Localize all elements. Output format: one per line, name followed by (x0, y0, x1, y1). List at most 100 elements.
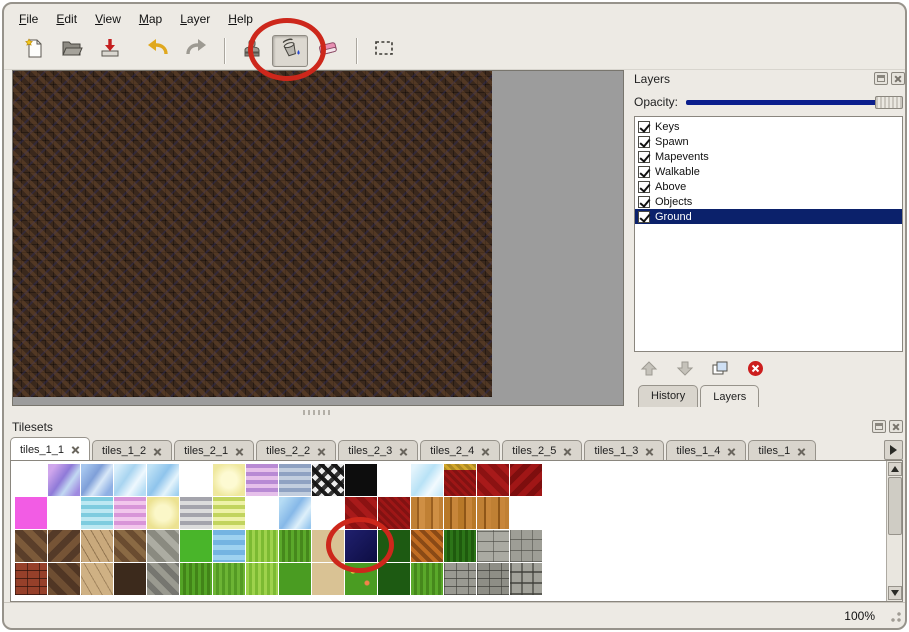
lower-layer-button[interactable] (676, 361, 694, 381)
close-panel-icon[interactable] (891, 72, 905, 85)
redo-button[interactable] (178, 35, 214, 67)
layer-visibility-checkbox[interactable] (638, 151, 650, 163)
tile[interactable] (378, 563, 410, 595)
tile[interactable] (213, 563, 245, 595)
layer-row[interactable]: Above (635, 179, 902, 194)
tile[interactable] (378, 530, 410, 562)
tile[interactable] (147, 563, 179, 595)
tile[interactable] (114, 497, 146, 529)
new-map-button[interactable] (16, 35, 52, 67)
tile[interactable] (147, 497, 179, 529)
tile[interactable] (444, 530, 476, 562)
stamp-tool-button[interactable] (234, 35, 270, 67)
tile[interactable] (147, 464, 179, 496)
tile[interactable] (147, 530, 179, 562)
layer-row[interactable]: Mapevents (635, 149, 902, 164)
tile[interactable] (477, 530, 509, 562)
tab-close-icon[interactable] (563, 447, 572, 456)
tile[interactable] (345, 464, 377, 496)
tab-close-icon[interactable] (71, 445, 80, 454)
tileset-tab[interactable]: tiles_1_4 (666, 440, 746, 461)
select-tool-button[interactable] (366, 35, 402, 67)
tileset-tab[interactable]: tiles_2_1 (174, 440, 254, 461)
tile[interactable] (180, 563, 212, 595)
layer-visibility-checkbox[interactable] (638, 211, 650, 223)
tile[interactable] (510, 563, 542, 595)
dock-tab[interactable]: History (638, 385, 698, 407)
opacity-slider[interactable] (686, 95, 903, 109)
tile[interactable] (15, 530, 47, 562)
menu-item[interactable]: View (86, 9, 130, 29)
tile[interactable] (213, 497, 245, 529)
tile[interactable] (246, 464, 278, 496)
tile[interactable] (279, 563, 311, 595)
tile[interactable] (48, 497, 80, 529)
tile[interactable] (180, 497, 212, 529)
menu-item[interactable]: Edit (47, 9, 86, 29)
layer-visibility-checkbox[interactable] (638, 166, 650, 178)
scroll-up-button[interactable] (888, 462, 902, 476)
dock-tab[interactable]: Layers (700, 385, 759, 407)
opacity-slider-handle[interactable] (875, 96, 903, 109)
tile[interactable] (246, 497, 278, 529)
tile[interactable] (48, 464, 80, 496)
tile[interactable] (378, 497, 410, 529)
menu-item[interactable]: Layer (171, 9, 219, 29)
tile[interactable] (312, 530, 344, 562)
tile[interactable] (510, 530, 542, 562)
undo-button[interactable] (140, 35, 176, 67)
tile[interactable] (213, 464, 245, 496)
tile[interactable] (15, 464, 47, 496)
menu-item[interactable]: File (10, 9, 47, 29)
tile[interactable] (15, 563, 47, 595)
tile[interactable] (345, 563, 377, 595)
layer-visibility-checkbox[interactable] (638, 136, 650, 148)
tileset-tab[interactable]: tiles_2_5 (502, 440, 582, 461)
tile[interactable] (312, 464, 344, 496)
tileset-tab[interactable]: tiles_1_3 (584, 440, 664, 461)
tile[interactable] (81, 497, 113, 529)
open-map-button[interactable] (54, 35, 90, 67)
tileset-tab[interactable]: tiles_2_3 (338, 440, 418, 461)
menu-item[interactable]: Map (130, 9, 171, 29)
tab-close-icon[interactable] (727, 447, 736, 456)
tile[interactable] (345, 497, 377, 529)
raise-layer-button[interactable] (640, 361, 658, 381)
tile[interactable] (48, 530, 80, 562)
layer-row[interactable]: Spawn (635, 134, 902, 149)
tile[interactable] (510, 464, 542, 496)
tile[interactable] (279, 464, 311, 496)
tile[interactable] (444, 464, 476, 496)
tile[interactable] (48, 563, 80, 595)
layer-row[interactable]: Keys (635, 119, 902, 134)
tile[interactable] (378, 464, 410, 496)
menu-item[interactable]: Help (219, 9, 262, 29)
tile[interactable] (213, 530, 245, 562)
tileset-scrollbar[interactable] (886, 461, 902, 601)
tile[interactable] (15, 497, 47, 529)
tab-close-icon[interactable] (645, 447, 654, 456)
layer-visibility-checkbox[interactable] (638, 181, 650, 193)
tile[interactable] (246, 530, 278, 562)
tile[interactable] (81, 464, 113, 496)
layer-visibility-checkbox[interactable] (638, 196, 650, 208)
tileset-tab[interactable]: tiles_2_2 (256, 440, 336, 461)
tab-close-icon[interactable] (481, 447, 490, 456)
tile[interactable] (411, 530, 443, 562)
save-map-button[interactable] (92, 35, 128, 67)
tile[interactable] (411, 497, 443, 529)
tab-close-icon[interactable] (317, 447, 326, 456)
tileset-tab[interactable]: tiles_1 (748, 440, 816, 461)
map-canvas[interactable] (13, 71, 492, 397)
tile[interactable] (312, 563, 344, 595)
tile[interactable] (510, 497, 542, 529)
tileset-tab[interactable]: tiles_1_2 (92, 440, 172, 461)
tile[interactable] (345, 530, 377, 562)
tile[interactable] (444, 497, 476, 529)
tile[interactable] (411, 464, 443, 496)
tile[interactable] (279, 497, 311, 529)
float-panel-icon[interactable] (872, 420, 886, 433)
tile[interactable] (411, 563, 443, 595)
tile[interactable] (114, 464, 146, 496)
tile[interactable] (114, 563, 146, 595)
